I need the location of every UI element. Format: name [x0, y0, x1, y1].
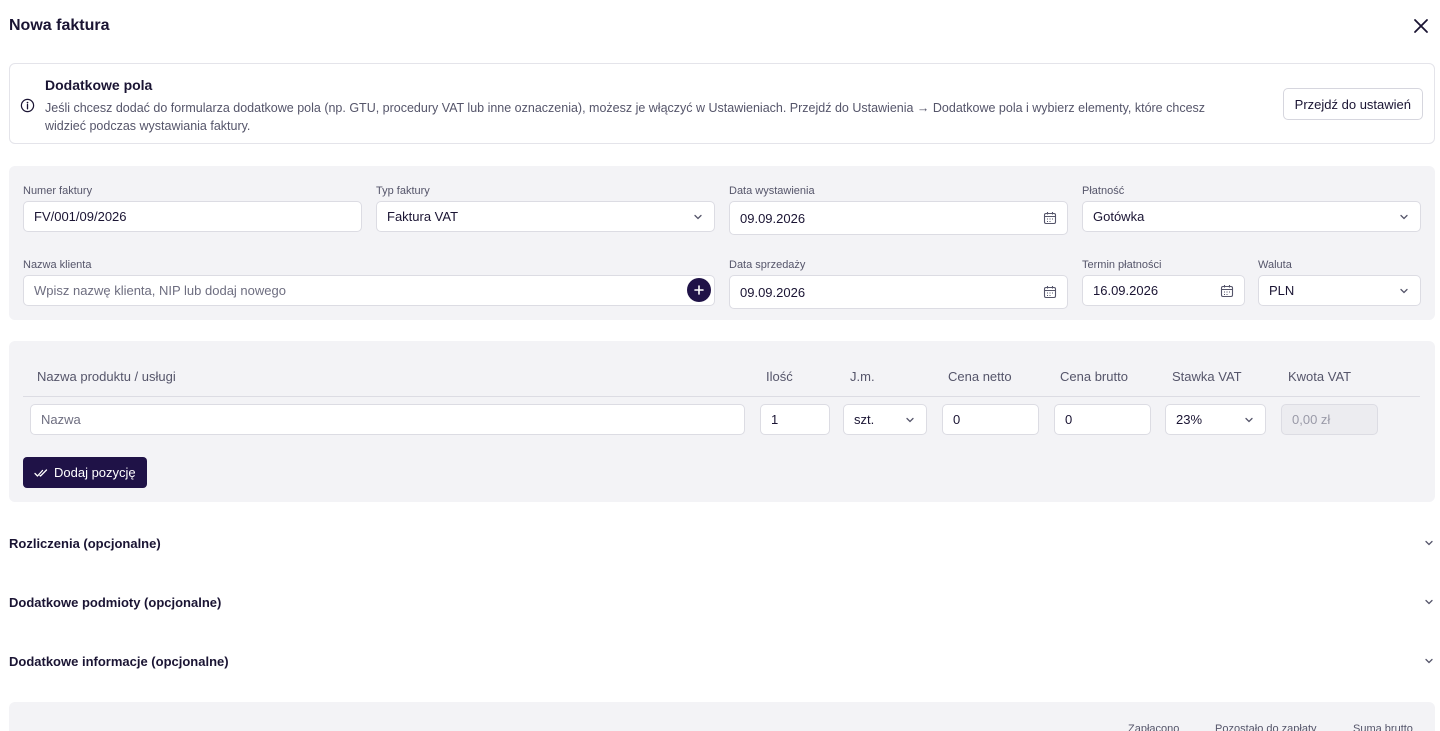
calendar-icon[interactable]	[1220, 284, 1234, 298]
chevron-down-icon	[1425, 658, 1433, 664]
notice-title: Dodatkowe pola	[45, 77, 153, 93]
column-header-name: Nazwa produktu / usługi	[37, 369, 176, 384]
payment-due-value: 16.09.2026	[1093, 283, 1159, 298]
payment-due-label: Termin płatności	[1082, 259, 1162, 271]
column-header-vat-amount: Kwota VAT	[1288, 369, 1352, 384]
double-check-icon	[34, 468, 48, 477]
vat-rate-select[interactable]: 23%	[1165, 404, 1266, 435]
section-settlements-label: Rozliczenia (opcjonalne)	[9, 535, 161, 551]
payment-select[interactable]: Gotówka	[1082, 201, 1421, 232]
payment-value: Gotówka	[1093, 209, 1145, 224]
chevron-down-icon	[1400, 214, 1408, 219]
issue-date-label: Data wystawienia	[729, 185, 815, 197]
client-name-input[interactable]: Wpisz nazwę klienta, NIP lub dodaj noweg…	[23, 275, 715, 306]
client-name-label: Nazwa klienta	[23, 259, 92, 271]
invoice-type-value: Faktura VAT	[387, 209, 459, 224]
section-additional-entities[interactable]: Dodatkowe podmioty (opcjonalne)	[9, 591, 1435, 613]
invoice-number-value: FV/001/09/2026	[34, 209, 127, 224]
close-button[interactable]	[1411, 16, 1431, 36]
plus-icon	[694, 285, 704, 295]
add-item-label: Dodaj pozycję	[54, 465, 136, 480]
invoice-type-label: Typ faktury	[376, 185, 430, 197]
quantity-input[interactable]: 1	[760, 404, 830, 435]
section-additional-info-label: Dodatkowe informacje (opcjonalne)	[9, 653, 229, 669]
invoice-summary-panel: Zapłacono Pozostało do zapłaty Suma brut…	[9, 702, 1435, 731]
chevron-down-icon	[694, 214, 702, 219]
currency-select[interactable]: PLN	[1258, 275, 1421, 306]
invoice-type-select[interactable]: Faktura VAT	[376, 201, 715, 232]
sale-date-label: Data sprzedaży	[729, 259, 806, 271]
chevron-down-icon	[1245, 417, 1253, 422]
unit-value: szt.	[854, 412, 875, 427]
gross-price-input[interactable]: 0	[1054, 404, 1151, 435]
invoice-items-panel: Nazwa produktu / usługi Ilość J.m. Cena …	[9, 341, 1435, 502]
items-header-divider	[23, 396, 1420, 397]
sale-date-input[interactable]: 09.09.2026	[729, 275, 1068, 309]
close-icon	[1414, 19, 1428, 33]
calendar-icon[interactable]	[1043, 285, 1057, 299]
quantity-value: 1	[771, 412, 779, 427]
go-to-settings-button[interactable]: Przejdź do ustawień	[1282, 88, 1423, 120]
column-header-gross-price: Cena brutto	[1060, 369, 1128, 384]
sale-date-value: 09.09.2026	[740, 284, 806, 300]
unit-select[interactable]: szt.	[843, 404, 927, 435]
section-settlements[interactable]: Rozliczenia (opcjonalne)	[9, 532, 1435, 554]
chevron-down-icon	[1425, 540, 1433, 546]
currency-value: PLN	[1269, 283, 1295, 298]
add-client-button[interactable]	[687, 278, 711, 302]
gross-total-label: Suma brutto	[1353, 723, 1413, 731]
net-price-input[interactable]: 0	[942, 404, 1039, 435]
invoice-number-label: Numer faktury	[23, 185, 93, 197]
issue-date-value: 09.09.2026	[740, 210, 806, 226]
product-name-placeholder: Nazwa	[41, 412, 81, 427]
chevron-down-icon	[1425, 599, 1433, 605]
additional-fields-notice: Dodatkowe pola Jeśli chcesz dodać do for…	[9, 63, 1435, 144]
chevron-down-icon	[1400, 288, 1408, 293]
column-header-net-price: Cena netto	[948, 369, 1012, 384]
column-header-vat-rate: Stawka VAT	[1172, 369, 1242, 384]
currency-label: Waluta	[1258, 259, 1292, 271]
vat-amount-field: 0,00 zł	[1281, 404, 1378, 435]
payment-label: Płatność	[1082, 185, 1125, 197]
calendar-icon[interactable]	[1043, 211, 1057, 225]
invoice-details-panel: Numer faktury FV/001/09/2026 Typ faktury…	[9, 166, 1435, 320]
section-additional-entities-label: Dodatkowe podmioty (opcjonalne)	[9, 594, 222, 610]
invoice-number-input[interactable]: FV/001/09/2026	[23, 201, 362, 232]
issue-date-input[interactable]: 09.09.2026	[729, 201, 1068, 235]
chevron-down-icon	[906, 417, 914, 422]
gross-price-value: 0	[1065, 412, 1073, 427]
column-header-unit: J.m.	[850, 369, 875, 384]
payment-due-input[interactable]: 16.09.2026	[1082, 275, 1245, 306]
product-name-input[interactable]: Nazwa	[30, 404, 745, 435]
info-icon	[20, 98, 35, 113]
remaining-label: Pozostało do zapłaty	[1215, 723, 1317, 731]
net-price-value: 0	[953, 412, 961, 427]
add-item-button[interactable]: Dodaj pozycję	[23, 457, 147, 488]
vat-amount-value: 0,00 zł	[1292, 412, 1331, 427]
client-name-placeholder: Wpisz nazwę klienta, NIP lub dodaj noweg…	[34, 283, 286, 298]
modal-header: Nowa faktura	[9, 16, 1431, 38]
column-header-quantity: Ilość	[766, 369, 793, 384]
vat-rate-value: 23%	[1176, 412, 1203, 427]
page-title: Nowa faktura	[9, 17, 110, 34]
notice-text: Jeśli chcesz dodać do formularza dodatko…	[45, 101, 1206, 133]
paid-label: Zapłacono	[1128, 723, 1180, 731]
section-additional-info[interactable]: Dodatkowe informacje (opcjonalne)	[9, 650, 1435, 672]
